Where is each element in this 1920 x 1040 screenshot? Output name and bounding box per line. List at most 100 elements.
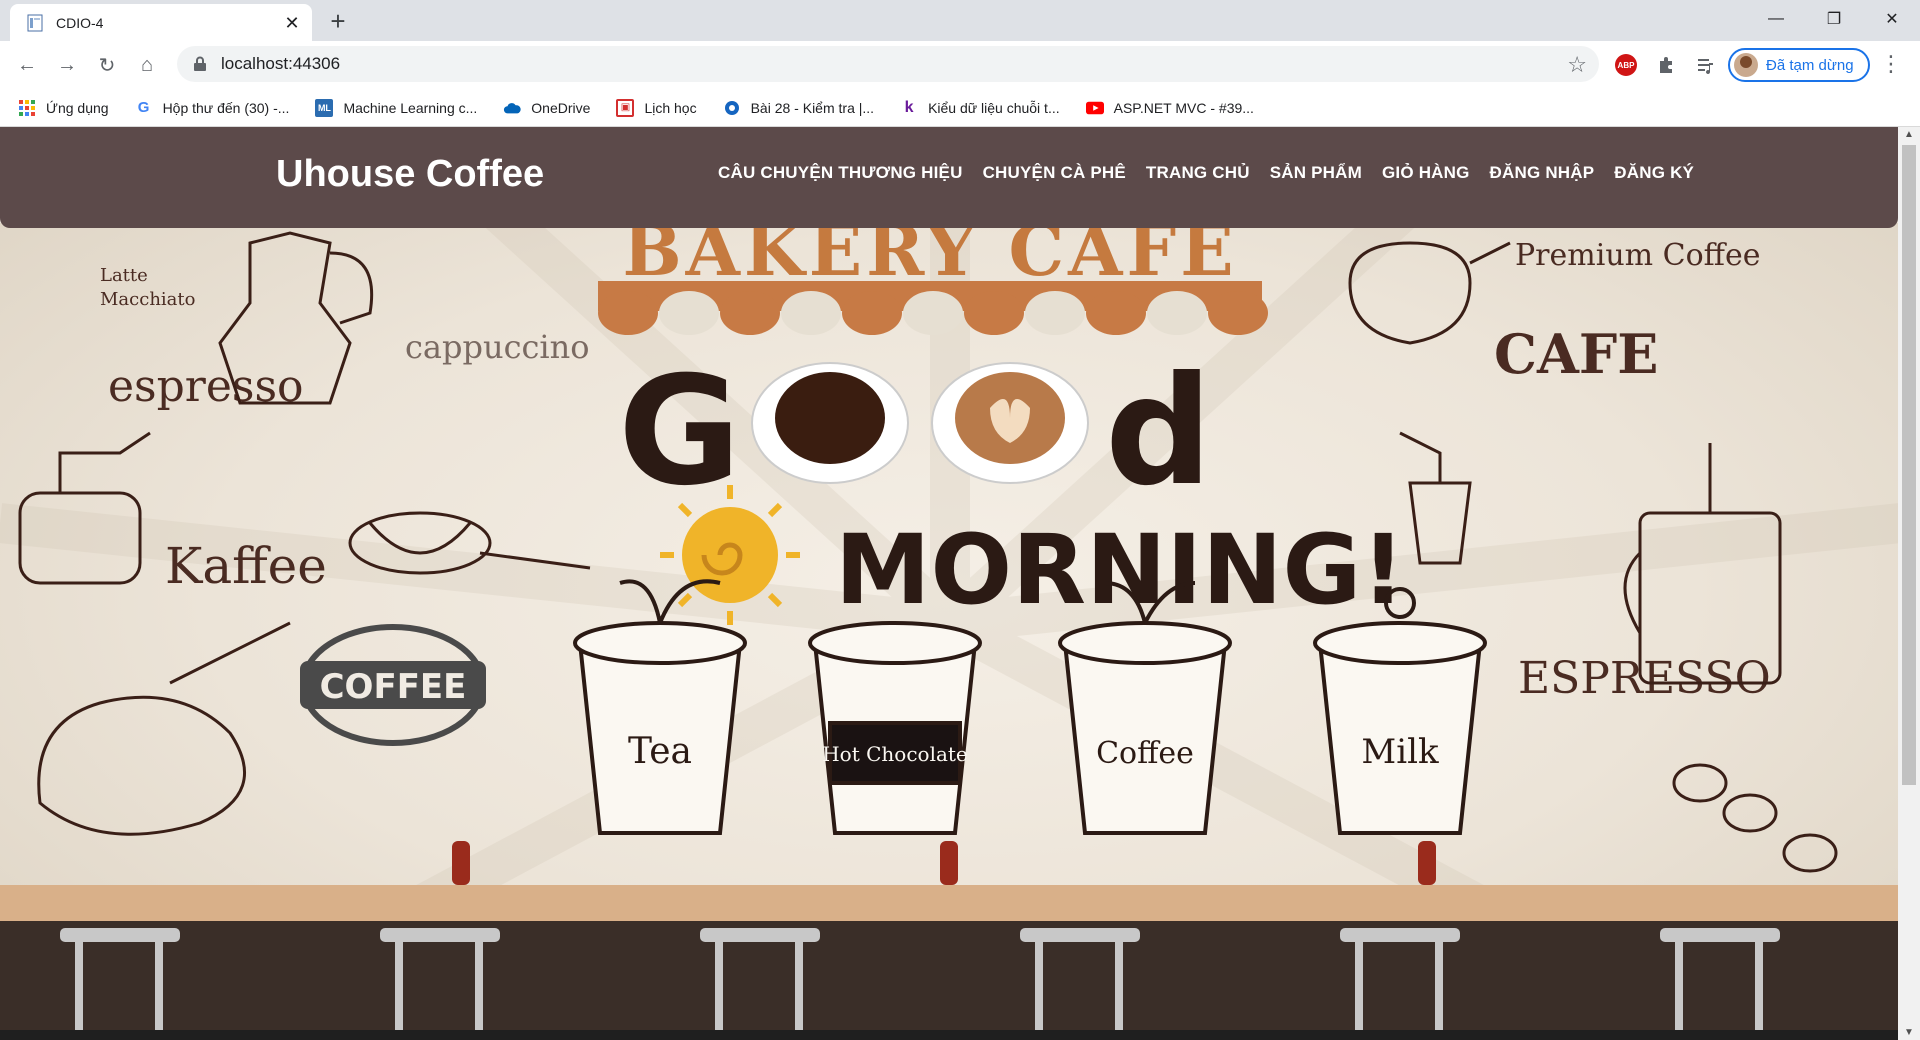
bookmark-label: OneDrive	[531, 99, 591, 116]
new-tab-button[interactable]: +	[324, 6, 352, 36]
calendar-icon: ▣	[616, 98, 635, 117]
browser-tab[interactable]: CDIO-4 ✕	[10, 4, 312, 41]
word-coffee-badge: COFFEE	[320, 667, 467, 707]
browser-menu-icon[interactable]: ⋮	[1880, 53, 1902, 75]
onedrive-cloud-icon	[503, 99, 521, 117]
page-favicon-icon	[27, 14, 43, 31]
word-cafe: CAFE	[1494, 322, 1658, 386]
bookmark-label: ASP.NET MVC - #39...	[1113, 99, 1254, 116]
word-espresso-right: ESPRESSO	[1518, 653, 1771, 704]
bookmark-item-apps[interactable]: Ứng dụng	[18, 99, 109, 117]
bookmark-star-icon[interactable]: ☆	[1567, 52, 1587, 78]
bookmark-item-aspnet[interactable]: ASP.NET MVC - #39...	[1085, 99, 1254, 117]
address-bar[interactable]: localhost:44306 ☆	[177, 46, 1599, 82]
word-macchiato: Macchiato	[100, 289, 195, 310]
google-icon: G	[137, 99, 150, 116]
youtube-icon	[1085, 99, 1104, 117]
awning-scallop	[781, 291, 841, 335]
bookmark-item-lesson-28[interactable]: Bài 28 - Kiểm tra |...	[723, 99, 874, 117]
menu-home[interactable]: TRANG CHỦ	[1146, 163, 1250, 183]
cup-label-milk: Milk	[1361, 732, 1439, 772]
awning-scallop	[598, 291, 658, 335]
back-button[interactable]: ←	[12, 51, 42, 79]
awning-scallop	[842, 291, 902, 335]
profile-status-label: Đã tạm dừng	[1766, 56, 1854, 74]
menu-register[interactable]: ĐĂNG KÝ	[1614, 163, 1694, 183]
scroll-up-icon[interactable]: ▲	[1904, 129, 1914, 140]
bookmarks-bar: Ứng dụng G Hộp thư đến (30) -... ML Mach…	[0, 89, 1920, 127]
word-kaffee: Kaffee	[165, 537, 327, 595]
minimize-window-button[interactable]: —	[1748, 0, 1804, 38]
close-tab-icon[interactable]: ✕	[282, 13, 302, 33]
ml-icon: ML	[315, 98, 334, 117]
menu-products[interactable]: SẢN PHẨM	[1270, 163, 1362, 183]
word-cappuccino: cappuccino	[405, 328, 590, 366]
reload-button[interactable]: ↻	[92, 51, 122, 79]
page-scrollbar[interactable]: ▲ ▼	[1898, 127, 1920, 1040]
close-window-button[interactable]: ✕	[1864, 0, 1920, 38]
coffee-cup-latte	[931, 362, 1089, 484]
restore-window-button[interactable]: ❐	[1806, 0, 1862, 38]
bar-counter	[0, 885, 1898, 921]
bookmark-label: Lịch học	[644, 99, 697, 116]
bookmark-item-machine-learning[interactable]: ML Machine Learning c...	[315, 98, 478, 117]
menu-coffee-story[interactable]: CHUYỆN CÀ PHÊ	[983, 163, 1126, 183]
os-taskbar	[0, 1030, 1920, 1040]
hero-illustration: BAKERY CAFE G d MORNING! Latte Macchiato…	[0, 223, 1898, 1040]
awning-scallop	[964, 291, 1024, 335]
word-premium-coffee: Premium Coffee	[1515, 238, 1760, 273]
menu-cart[interactable]: GIỎ HÀNG	[1382, 163, 1470, 183]
main-menu: CÂU CHUYỆN THƯƠNG HIỆU CHUYỆN CÀ PHÊ TRA…	[718, 163, 1714, 183]
hero-good-g: G	[618, 345, 741, 519]
awning-scallop	[903, 291, 963, 335]
site-navbar: Uhouse Coffee CÂU CHUYỆN THƯƠNG HIỆU CHU…	[0, 127, 1898, 228]
hero-morning-text: MORNING!	[835, 514, 1405, 626]
profile-button[interactable]: Đã tạm dừng	[1728, 48, 1870, 82]
cup-label-coffee: Coffee	[1096, 736, 1194, 771]
bookmark-label: Ứng dụng	[46, 99, 109, 116]
url-text: localhost:44306	[221, 54, 341, 73]
bookmark-item-onedrive[interactable]: OneDrive	[503, 99, 590, 117]
hero-good-d: d	[1105, 345, 1212, 519]
forward-button[interactable]: →	[52, 51, 82, 79]
cup-hot-chocolate: Hot Chocolate	[808, 621, 982, 835]
awning-scallop	[1086, 291, 1146, 335]
bookmark-item-schedule[interactable]: ▣ Lịch học	[616, 98, 697, 117]
bookmark-item-string-type[interactable]: k Kiểu dữ liệu chuỗi t...	[900, 99, 1060, 117]
scroll-down-icon[interactable]: ▼	[1904, 1027, 1914, 1038]
cup-label-hot-chocolate: Hot Chocolate	[822, 742, 968, 766]
site-icon	[723, 99, 741, 117]
home-button[interactable]: ⌂	[132, 51, 162, 79]
bookmark-item-gmail[interactable]: G Hộp thư đến (30) -...	[135, 99, 290, 117]
site-brand[interactable]: Uhouse Coffee	[276, 153, 544, 196]
awning-scallop	[1147, 291, 1207, 335]
bookmark-label: Bài 28 - Kiểm tra |...	[750, 99, 875, 116]
adblock-extension-icon[interactable]: ABP	[1612, 51, 1640, 79]
awning-scallop	[1025, 291, 1085, 335]
extensions-puzzle-icon[interactable]	[1652, 51, 1680, 79]
lock-icon	[194, 56, 206, 71]
browser-tab-strip: CDIO-4 ✕ + — ❐ ✕	[0, 0, 1920, 41]
browser-toolbar: ← → ↻ ⌂ localhost:44306 ☆ ABP Đã tạm dừn…	[0, 41, 1920, 89]
awning-graphic	[598, 281, 1268, 335]
apps-grid-icon	[18, 99, 36, 117]
coffee-badge: COFFEE	[300, 624, 486, 746]
tab-title: CDIO-4	[56, 14, 104, 31]
k-logo-icon: k	[904, 98, 914, 116]
cup-tea: Tea	[573, 579, 747, 835]
awning-scallop	[659, 291, 719, 335]
cup-label-tea: Tea	[628, 731, 692, 772]
awning-scallop	[1208, 291, 1268, 335]
bookmark-label: Hộp thư đến (30) -...	[162, 99, 290, 116]
menu-login[interactable]: ĐĂNG NHẬP	[1490, 163, 1595, 183]
scrollbar-thumb[interactable]	[1902, 145, 1916, 785]
bookmark-label: Kiểu dữ liệu chuỗi t...	[928, 99, 1060, 116]
hero-carousel-slide: BAKERY CAFE G d MORNING! Latte Macchiato…	[0, 223, 1898, 1040]
menu-brand-story[interactable]: CÂU CHUYỆN THƯƠNG HIỆU	[718, 163, 963, 183]
bookmark-label: Machine Learning c...	[343, 99, 478, 116]
awning-scallop	[720, 291, 780, 335]
sauce-bottles	[452, 841, 1436, 885]
word-latte: Latte	[100, 265, 148, 286]
media-queue-icon[interactable]	[1692, 51, 1720, 79]
coffee-cup-dark	[751, 362, 909, 484]
